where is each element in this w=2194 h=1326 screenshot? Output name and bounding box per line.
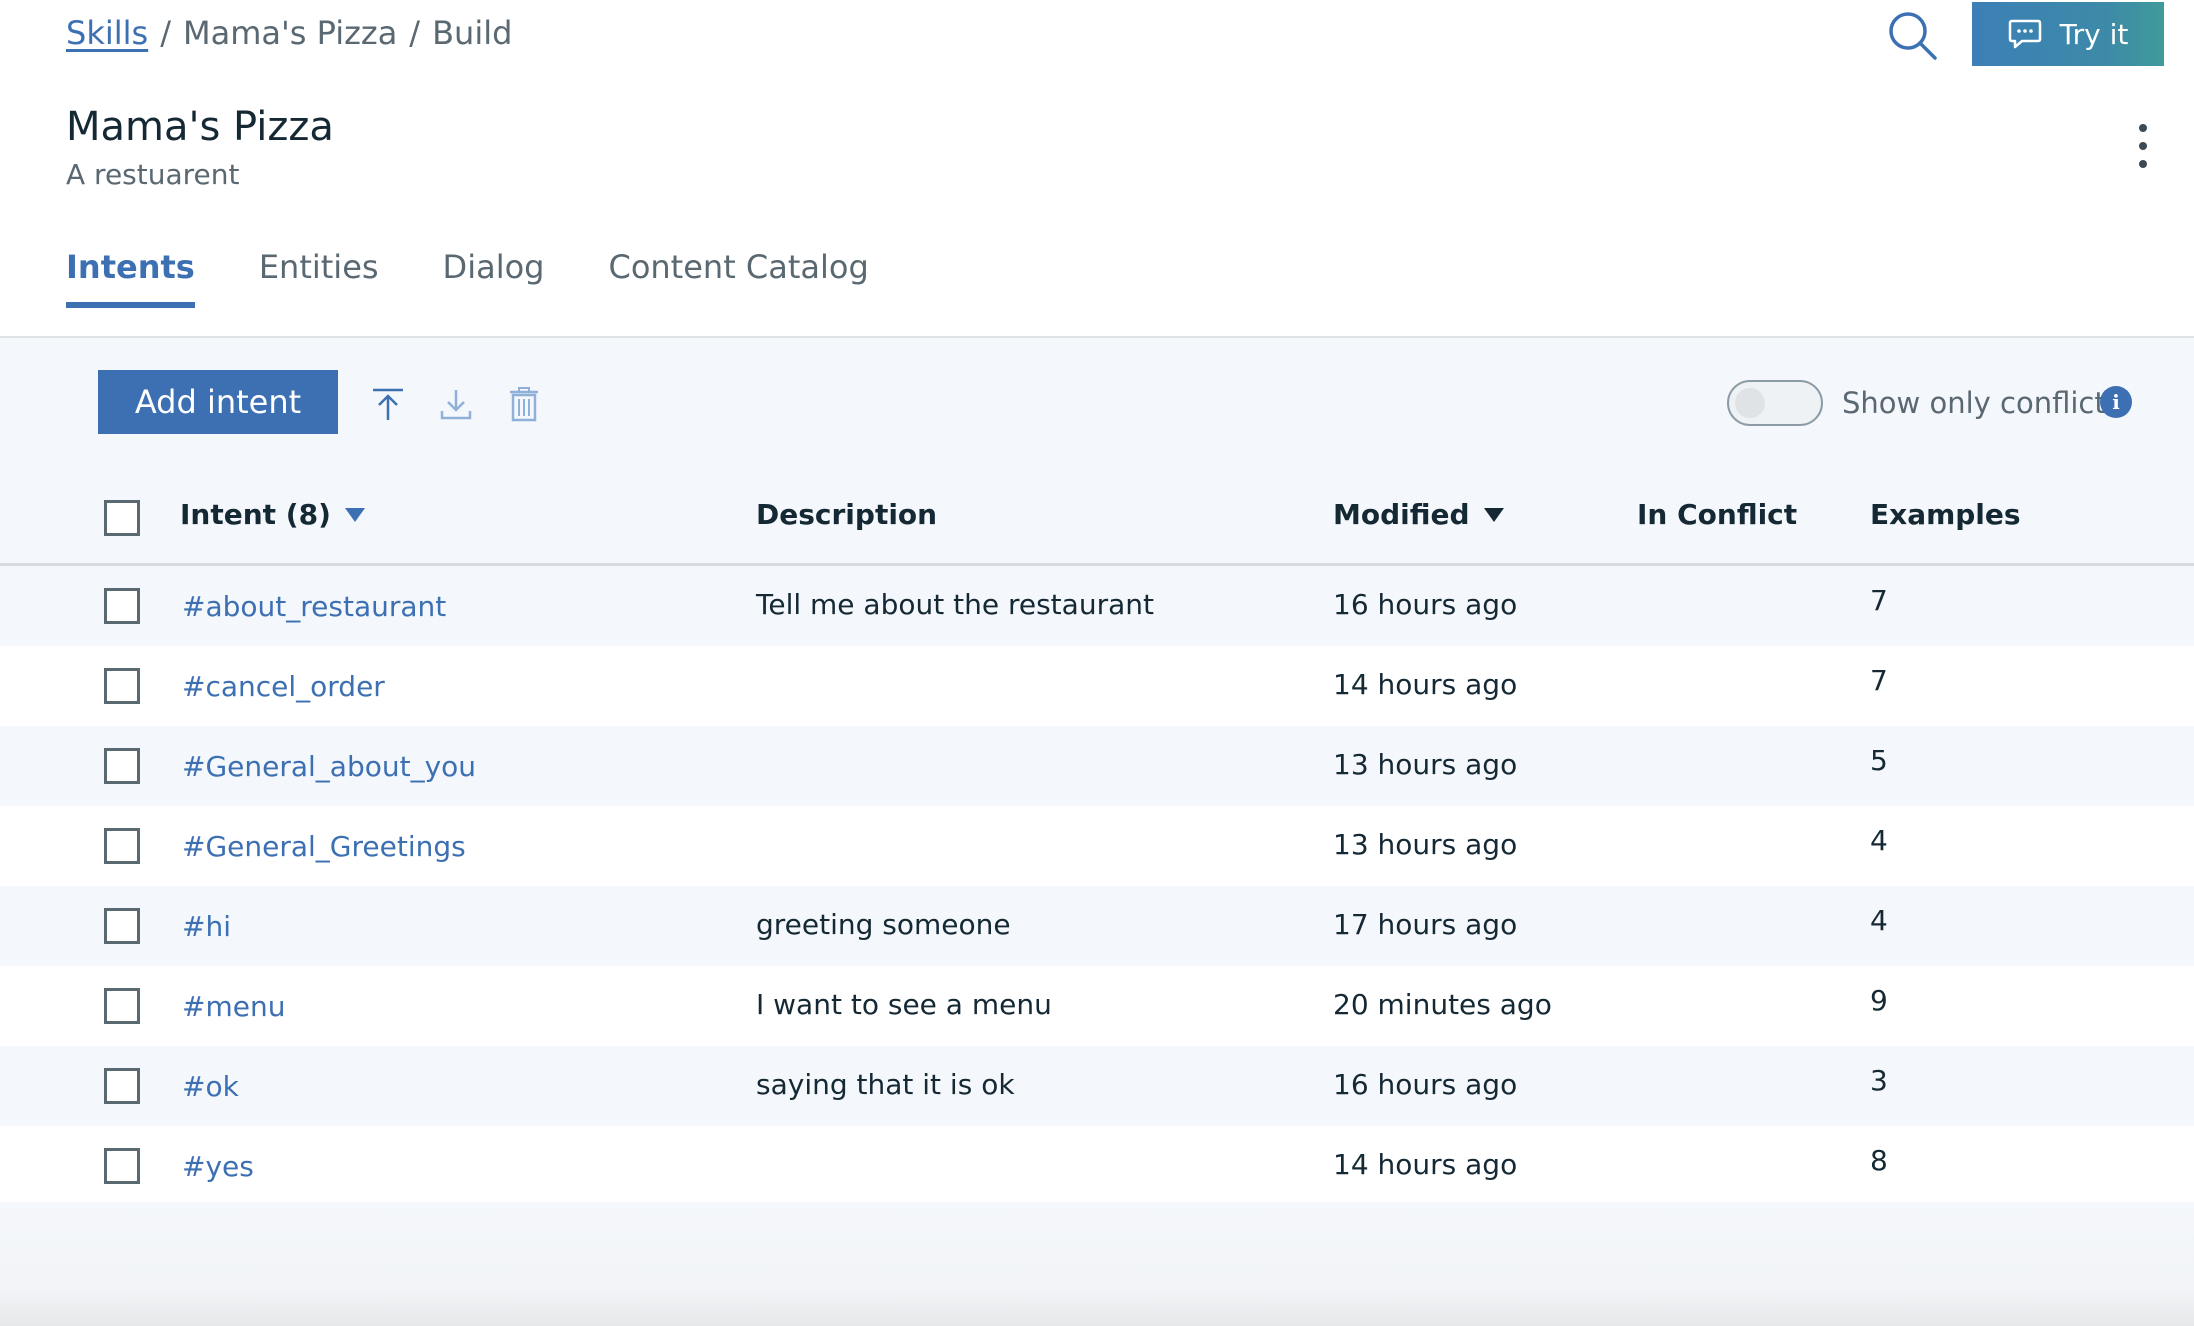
- intents-table-body: #about_restaurant Tell me about the rest…: [0, 566, 2194, 1206]
- intent-name-link[interactable]: #cancel_order: [182, 670, 385, 703]
- table-row[interactable]: #cancel_order 14 hours ago 7: [0, 646, 2194, 726]
- intent-modified: 14 hours ago: [1333, 668, 1518, 701]
- table-header: Intent (8) Description Modified In Confl…: [0, 470, 2194, 566]
- select-all-checkbox[interactable]: [104, 500, 140, 536]
- add-intent-button[interactable]: Add intent: [98, 370, 338, 434]
- table-row[interactable]: #yes 14 hours ago 8: [0, 1126, 2194, 1206]
- intent-examples-count: 7: [1870, 584, 1888, 617]
- row-checkbox[interactable]: [104, 908, 140, 944]
- try-it-label: Try it: [2059, 17, 2129, 51]
- show-conflicts-label: Show only conflicts: [1842, 386, 2121, 420]
- search-icon: [1889, 12, 1937, 60]
- intent-modified: 17 hours ago: [1333, 908, 1518, 941]
- page-title: Mama's Pizza: [66, 104, 334, 150]
- search-button[interactable]: [1885, 8, 1941, 64]
- intent-name-link[interactable]: #hi: [182, 910, 231, 943]
- download-icon: [440, 390, 472, 420]
- page: Skills / Mama's Pizza / Build Try it Mam…: [0, 0, 2194, 1326]
- intent-description: Tell me about the restaurant: [756, 588, 1154, 621]
- tab-dialog[interactable]: Dialog: [443, 248, 545, 308]
- intent-name-link[interactable]: #General_about_you: [182, 750, 476, 783]
- sort-arrow-icon: [1483, 507, 1504, 522]
- trash-icon: [510, 387, 538, 422]
- breadcrumb-skills-link[interactable]: Skills: [66, 14, 148, 52]
- tab-intents[interactable]: Intents: [66, 248, 195, 308]
- overflow-dot: [2139, 142, 2147, 150]
- row-checkbox[interactable]: [104, 1148, 140, 1184]
- intent-modified: 14 hours ago: [1333, 1148, 1518, 1181]
- breadcrumb-current: Build: [432, 14, 513, 52]
- row-checkbox[interactable]: [104, 748, 140, 784]
- overflow-dot: [2139, 160, 2147, 168]
- table-row[interactable]: #General_about_you 13 hours ago 5: [0, 726, 2194, 806]
- intent-examples-count: 5: [1870, 744, 1888, 777]
- row-checkbox[interactable]: [104, 588, 140, 624]
- intent-description: I want to see a menu: [756, 988, 1052, 1021]
- overflow-dot: [2139, 124, 2147, 132]
- intent-examples-count: 8: [1870, 1144, 1888, 1177]
- column-header-in-conflict: In Conflict: [1637, 498, 1798, 531]
- intent-examples-count: 7: [1870, 664, 1888, 697]
- intent-name-link[interactable]: #General_Greetings: [182, 830, 466, 863]
- row-checkbox[interactable]: [104, 1068, 140, 1104]
- info-icon[interactable]: i: [2100, 386, 2132, 418]
- upload-button[interactable]: [368, 384, 408, 424]
- column-header-intent[interactable]: Intent (8): [180, 498, 365, 531]
- row-checkbox[interactable]: [104, 668, 140, 704]
- panel-footer: [0, 1202, 2194, 1326]
- chat-icon: [2008, 19, 2041, 49]
- row-checkbox[interactable]: [104, 828, 140, 864]
- breadcrumb-separator: /: [409, 14, 421, 52]
- intent-examples-count: 4: [1870, 904, 1888, 937]
- column-header-description: Description: [756, 498, 938, 531]
- table-row[interactable]: #about_restaurant Tell me about the rest…: [0, 566, 2194, 646]
- intent-name-link[interactable]: #ok: [182, 1070, 239, 1103]
- table-row[interactable]: #General_Greetings 13 hours ago 4: [0, 806, 2194, 886]
- intent-description: greeting someone: [756, 908, 1011, 941]
- try-it-button[interactable]: Try it: [1972, 2, 2164, 66]
- row-checkbox[interactable]: [104, 988, 140, 1024]
- show-conflicts-toggle[interactable]: [1727, 380, 1823, 426]
- intent-modified: 20 minutes ago: [1333, 988, 1552, 1021]
- breadcrumb-skill-name: Mama's Pizza: [182, 14, 398, 52]
- intent-examples-count: 9: [1870, 984, 1888, 1017]
- tab-content-catalog[interactable]: Content Catalog: [608, 248, 868, 308]
- intent-modified: 16 hours ago: [1333, 588, 1518, 621]
- table-row[interactable]: #ok saying that it is ok 16 hours ago 3: [0, 1046, 2194, 1126]
- table-row[interactable]: #menu I want to see a menu 20 minutes ag…: [0, 966, 2194, 1046]
- intent-modified: 16 hours ago: [1333, 1068, 1518, 1101]
- intent-header-label: Intent (8): [180, 498, 331, 531]
- download-button[interactable]: [436, 384, 476, 424]
- upload-icon: [373, 388, 403, 420]
- intent-name-link[interactable]: #about_restaurant: [182, 590, 446, 623]
- breadcrumb-separator: /: [160, 14, 171, 52]
- tab-entities[interactable]: Entities: [259, 248, 379, 308]
- breadcrumb: Skills / Mama's Pizza / Build: [66, 14, 512, 52]
- sort-arrow-icon: [344, 507, 365, 522]
- column-header-examples: Examples: [1870, 498, 2021, 531]
- column-header-modified[interactable]: Modified: [1333, 498, 1504, 531]
- tab-bar: Intents Entities Dialog Content Catalog: [66, 248, 933, 308]
- delete-button[interactable]: [504, 384, 544, 424]
- intent-description: saying that it is ok: [756, 1068, 1015, 1101]
- intent-modified: 13 hours ago: [1333, 748, 1518, 781]
- overflow-menu-button[interactable]: [2128, 118, 2158, 174]
- intents-panel: Add intent Show only conflicts i Intent …: [0, 338, 2194, 1326]
- intent-name-link[interactable]: #yes: [182, 1150, 254, 1183]
- intent-examples-count: 4: [1870, 824, 1888, 857]
- table-row[interactable]: #hi greeting someone 17 hours ago 4: [0, 886, 2194, 966]
- page-subtitle: A restuarent: [66, 158, 240, 191]
- intent-name-link[interactable]: #menu: [182, 990, 285, 1023]
- modified-header-label: Modified: [1333, 498, 1470, 531]
- intent-modified: 13 hours ago: [1333, 828, 1518, 861]
- toggle-knob: [1735, 388, 1765, 418]
- intent-examples-count: 3: [1870, 1064, 1888, 1097]
